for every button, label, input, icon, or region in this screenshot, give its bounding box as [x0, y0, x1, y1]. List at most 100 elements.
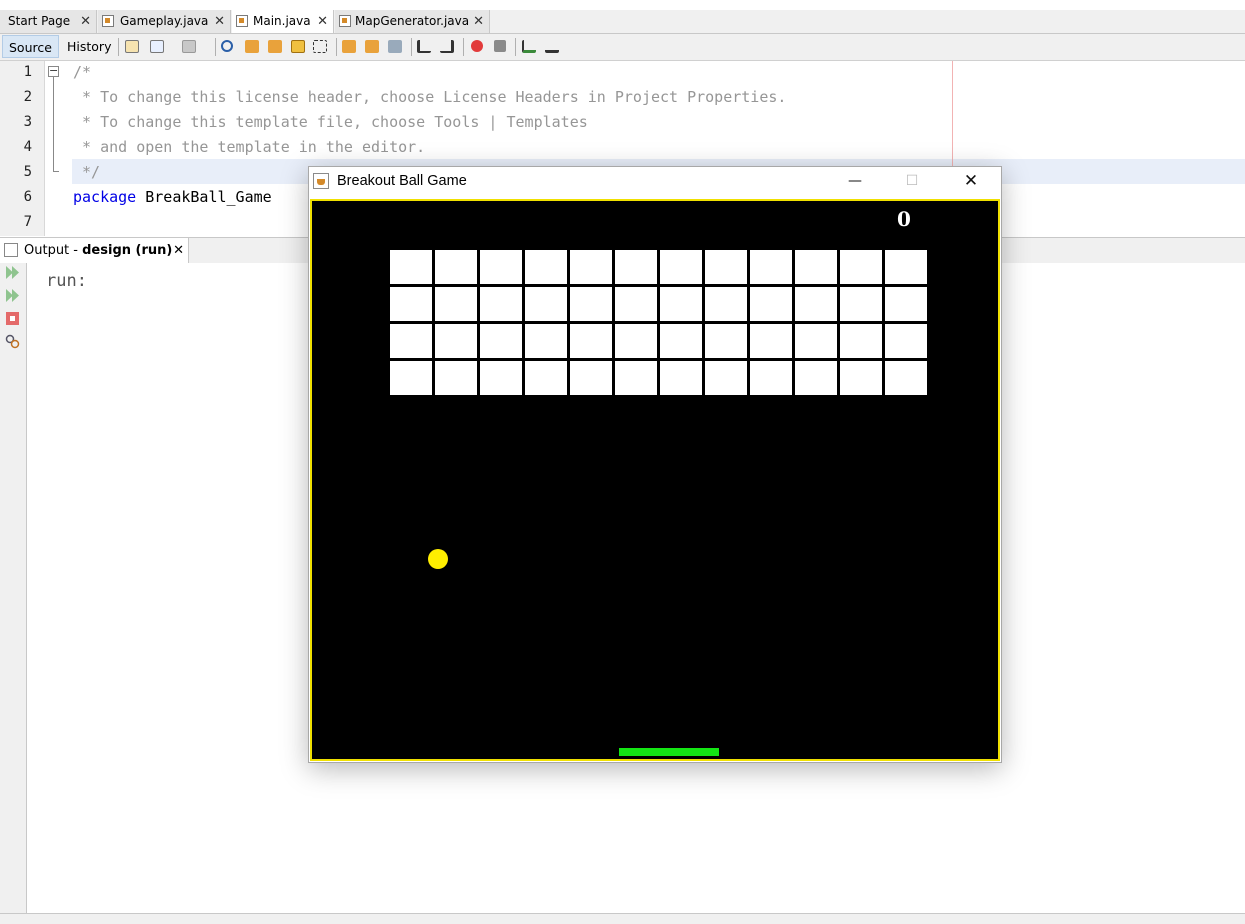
fold-toggle-icon[interactable]: −	[48, 65, 59, 77]
next-bookmark-icon[interactable]	[365, 40, 379, 53]
output-window-icon	[4, 243, 18, 257]
output-side-toolbar	[0, 263, 27, 913]
toggle-bookmark-icon[interactable]	[388, 40, 402, 53]
tab-mapgenerator-java[interactable]: MapGenerator.java ✕	[335, 10, 490, 33]
tab-main-java[interactable]: Main.java ✕	[232, 10, 334, 33]
line-number: 5	[23, 164, 32, 180]
close-icon[interactable]: ✕	[80, 10, 91, 33]
search-icon[interactable]	[221, 40, 233, 52]
line-number-gutter: 1 2 3 4 5 6 7	[0, 61, 45, 236]
source-button[interactable]: Source	[2, 35, 59, 58]
tab-label: Start Page	[8, 14, 71, 28]
close-icon[interactable]: ✕	[173, 238, 184, 263]
code-line: /*	[73, 63, 92, 81]
toolbar-separator	[336, 38, 337, 56]
output-text: run:	[46, 271, 87, 291]
brick	[660, 250, 702, 284]
output-tab-name: design (run)	[82, 243, 173, 258]
last-edit-icon[interactable]	[125, 40, 139, 53]
toolbar-separator	[118, 38, 119, 56]
brick	[750, 361, 792, 395]
brick	[885, 287, 927, 321]
line-number: 6	[23, 189, 32, 205]
record-macro-icon[interactable]	[471, 40, 483, 52]
java-app-icon	[313, 173, 329, 189]
tab-gameplay-java[interactable]: Gameplay.java ✕	[98, 10, 231, 33]
brick-grid	[390, 250, 930, 397]
line-number: 2	[23, 89, 32, 105]
package-keyword: package	[73, 188, 137, 206]
brick	[525, 287, 567, 321]
brick	[705, 250, 747, 284]
close-button[interactable]: ✕	[948, 167, 994, 197]
brick	[795, 361, 837, 395]
brick	[660, 287, 702, 321]
brick	[435, 250, 477, 284]
toolbar-separator	[411, 38, 412, 56]
shift-left-icon[interactable]	[417, 40, 431, 53]
brick	[480, 250, 522, 284]
output-tab-title: Output - design (run)	[24, 238, 172, 263]
brick	[615, 250, 657, 284]
comment-icon[interactable]	[522, 40, 536, 53]
previous-bookmark-icon[interactable]	[342, 40, 356, 53]
editor-toolbar: Source History	[0, 34, 1245, 61]
code-line-package: package BreakBall_Game	[73, 188, 272, 206]
close-icon[interactable]: ✕	[317, 10, 328, 33]
find-selection-icon[interactable]	[291, 40, 305, 53]
shift-right-icon[interactable]	[440, 40, 454, 53]
brick	[570, 361, 612, 395]
brick	[840, 250, 882, 284]
brick	[390, 361, 432, 395]
brick	[390, 324, 432, 358]
toolbar-separator	[515, 38, 516, 56]
history-button[interactable]: History	[61, 35, 117, 58]
forward-icon[interactable]	[182, 40, 196, 53]
window-title-bar[interactable]: Breakout Ball Game — ☐ ✕	[309, 167, 1001, 198]
find-next-icon[interactable]	[268, 40, 282, 53]
brick	[795, 324, 837, 358]
close-icon[interactable]: ✕	[473, 10, 484, 33]
brick	[570, 250, 612, 284]
uncomment-icon[interactable]	[545, 40, 559, 53]
code-line: * To change this license header, choose …	[73, 88, 787, 106]
tab-label: Gameplay.java	[120, 14, 209, 28]
brick	[480, 361, 522, 395]
back-icon[interactable]	[150, 40, 164, 53]
brick	[615, 361, 657, 395]
fold-guide	[53, 77, 54, 171]
brick	[705, 324, 747, 358]
find-previous-icon[interactable]	[245, 40, 259, 53]
brick	[885, 324, 927, 358]
status-bar	[0, 913, 1245, 924]
brick	[390, 250, 432, 284]
tab-start-page[interactable]: Start Page ✕	[0, 10, 97, 33]
java-file-icon	[102, 15, 114, 27]
toolbar-separator	[215, 38, 216, 56]
brick	[750, 287, 792, 321]
brick	[615, 287, 657, 321]
brick	[795, 250, 837, 284]
brick	[615, 324, 657, 358]
brick	[705, 287, 747, 321]
brick	[480, 287, 522, 321]
toggle-highlight-icon[interactable]	[313, 40, 327, 53]
java-file-icon	[339, 15, 351, 27]
maximize-button[interactable]: ☐	[889, 167, 935, 197]
score-display: 0	[897, 207, 911, 231]
minimize-button[interactable]: —	[832, 167, 878, 197]
settings-icon[interactable]	[5, 334, 20, 349]
game-canvas[interactable]: 0	[310, 199, 1000, 761]
rerun-icon[interactable]	[5, 265, 20, 280]
java-file-icon	[236, 15, 248, 27]
brick	[750, 250, 792, 284]
stop-icon[interactable]	[5, 311, 20, 326]
close-icon[interactable]: ✕	[214, 10, 225, 33]
stop-macro-icon[interactable]	[494, 40, 506, 52]
tab-output-design-run[interactable]: Output - design (run) ✕	[0, 238, 189, 263]
brick	[840, 287, 882, 321]
rerun-with-options-icon[interactable]	[5, 288, 20, 303]
game-window: Breakout Ball Game — ☐ ✕ 0	[308, 166, 1002, 763]
brick	[660, 361, 702, 395]
paddle[interactable]	[619, 748, 719, 756]
